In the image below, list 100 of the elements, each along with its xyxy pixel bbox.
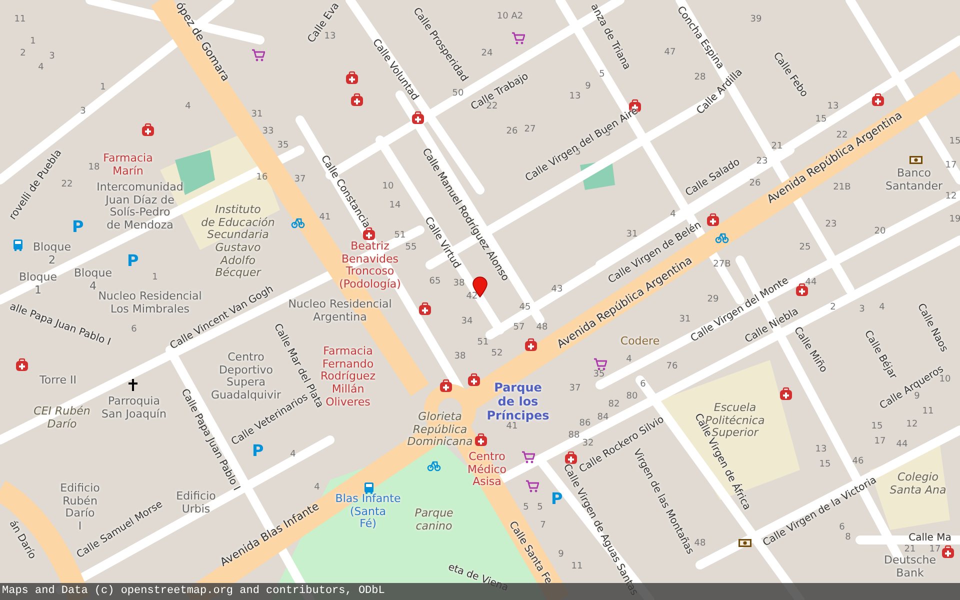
house-number: 9 xyxy=(558,550,564,560)
house-number: 37 xyxy=(294,176,306,184)
house-number: 48 xyxy=(536,324,548,332)
medical-bag-icon xyxy=(141,123,155,137)
pharmacy-label: Beatriz Benavides Troncoso (Podología) xyxy=(339,240,401,292)
house-number: 33 xyxy=(262,128,274,136)
house-number: 82 xyxy=(608,400,620,410)
house-number: 13 xyxy=(815,446,827,454)
place-label: Nucleo Residencial Argentina xyxy=(288,298,392,324)
house-number: 12 xyxy=(945,192,957,202)
house-number: 17 xyxy=(929,546,941,554)
house-number: 3 xyxy=(49,52,55,62)
house-number: 2 xyxy=(830,304,836,312)
banknote-icon xyxy=(738,536,752,550)
house-number: 22 xyxy=(61,180,73,190)
street-label: Calle Naos xyxy=(914,302,950,354)
house-number: 6 xyxy=(839,524,845,532)
house-number: 6 xyxy=(640,380,646,390)
street-label: Calle Ma xyxy=(908,532,952,544)
house-number: 80 xyxy=(626,392,638,402)
house-number: 19 xyxy=(949,216,960,224)
house-number: 13 xyxy=(324,32,336,42)
medical-bag-icon xyxy=(779,387,793,401)
house-number: 46 xyxy=(852,458,864,466)
medical-bag-icon xyxy=(474,433,488,447)
medical-bag-icon xyxy=(439,379,453,393)
bus-icon xyxy=(362,481,376,495)
house-number: 45 xyxy=(519,304,531,312)
shopping-cart-icon xyxy=(511,31,525,45)
pharmacy-label: Farmacia Fernando Rodríguez Millán Oliveres xyxy=(320,345,376,409)
house-number: 9 xyxy=(585,82,591,92)
house-number: 4 xyxy=(38,64,44,72)
house-number: 31 xyxy=(626,230,638,240)
house-number: 51 xyxy=(477,338,489,348)
house-number: 15 xyxy=(819,460,831,470)
place-label: Torre II xyxy=(40,374,76,388)
park-label: Parque de los Príncipes xyxy=(486,381,550,422)
house-number: 39 xyxy=(750,16,762,24)
house-number: 27B xyxy=(713,260,731,270)
house-number: 26 xyxy=(506,128,518,136)
house-number: 1 xyxy=(152,274,158,282)
house-number: 29 xyxy=(707,296,719,304)
house-number: 31 xyxy=(251,110,263,120)
house-number: 28 xyxy=(694,74,706,82)
house-number: 16 xyxy=(256,174,268,182)
street-label: eta de Viena xyxy=(446,562,510,594)
house-number: 23 xyxy=(825,220,837,230)
house-number: 27 xyxy=(524,126,536,134)
house-number: 1 xyxy=(30,38,36,46)
bus-stop-label: Blas Infante (Santa Fé) xyxy=(335,493,401,531)
shopping-cart-icon xyxy=(251,48,265,62)
medical-bag-icon xyxy=(411,111,425,125)
house-number: 41 xyxy=(506,422,518,432)
house-number: 10 xyxy=(382,182,394,192)
medical-bag-icon xyxy=(795,283,809,297)
place-label: Bloque 4 xyxy=(74,267,112,292)
house-number: 10 A2 xyxy=(496,12,524,22)
medical-bag-icon xyxy=(15,358,29,372)
medical-bag-icon xyxy=(706,213,720,227)
house-number: 3 xyxy=(80,108,86,116)
pharmacy-label: Farmacia Marín xyxy=(103,152,153,178)
medical-bag-icon xyxy=(564,451,578,465)
house-number: 48 xyxy=(694,540,706,548)
house-number: 32 xyxy=(582,440,594,448)
parking-sign: P xyxy=(252,443,264,459)
place-label: Bloque 2 xyxy=(32,241,72,267)
house-number: 18 xyxy=(88,164,100,172)
house-number: 35 xyxy=(593,370,605,380)
house-number: 15 xyxy=(949,138,960,146)
house-number: 8 xyxy=(845,534,851,542)
house-number: 35 xyxy=(277,142,289,150)
house-number: 76 xyxy=(666,362,678,372)
house-number: 4 xyxy=(626,356,632,364)
shopping-cart-icon xyxy=(525,479,539,493)
house-number: 57 xyxy=(513,324,525,332)
house-number: 34 xyxy=(461,318,473,326)
house-number: 55 xyxy=(405,244,417,252)
house-number: 12 xyxy=(906,420,918,430)
house-number: 44 xyxy=(805,278,817,288)
place-label: Parroquia San Joaquín xyxy=(102,395,166,421)
house-number: 84 xyxy=(597,414,609,422)
house-number: 24 xyxy=(481,50,493,58)
cross-icon xyxy=(126,378,140,392)
house-number: 43 xyxy=(551,286,563,294)
house-number: 11 xyxy=(922,408,934,416)
place-label: Edificio Rubén Darío I xyxy=(60,482,100,534)
shopping-cart-icon xyxy=(521,450,535,464)
house-number: 37 xyxy=(569,384,581,394)
house-number: 4 xyxy=(185,102,191,112)
place-label: CEI Rubén Darío xyxy=(34,405,90,431)
house-number: 13 xyxy=(827,102,839,112)
house-number: 5 xyxy=(599,70,605,80)
house-number: 21 xyxy=(904,546,916,554)
medical-bag-icon xyxy=(524,338,538,352)
place-label: Edificio Urbis xyxy=(176,490,216,516)
house-number: 17 xyxy=(874,438,886,446)
house-number: 42 xyxy=(466,292,478,302)
parking-sign: P xyxy=(72,219,84,235)
shop-label: Codere xyxy=(620,336,660,348)
house-number: 17 xyxy=(945,162,957,170)
